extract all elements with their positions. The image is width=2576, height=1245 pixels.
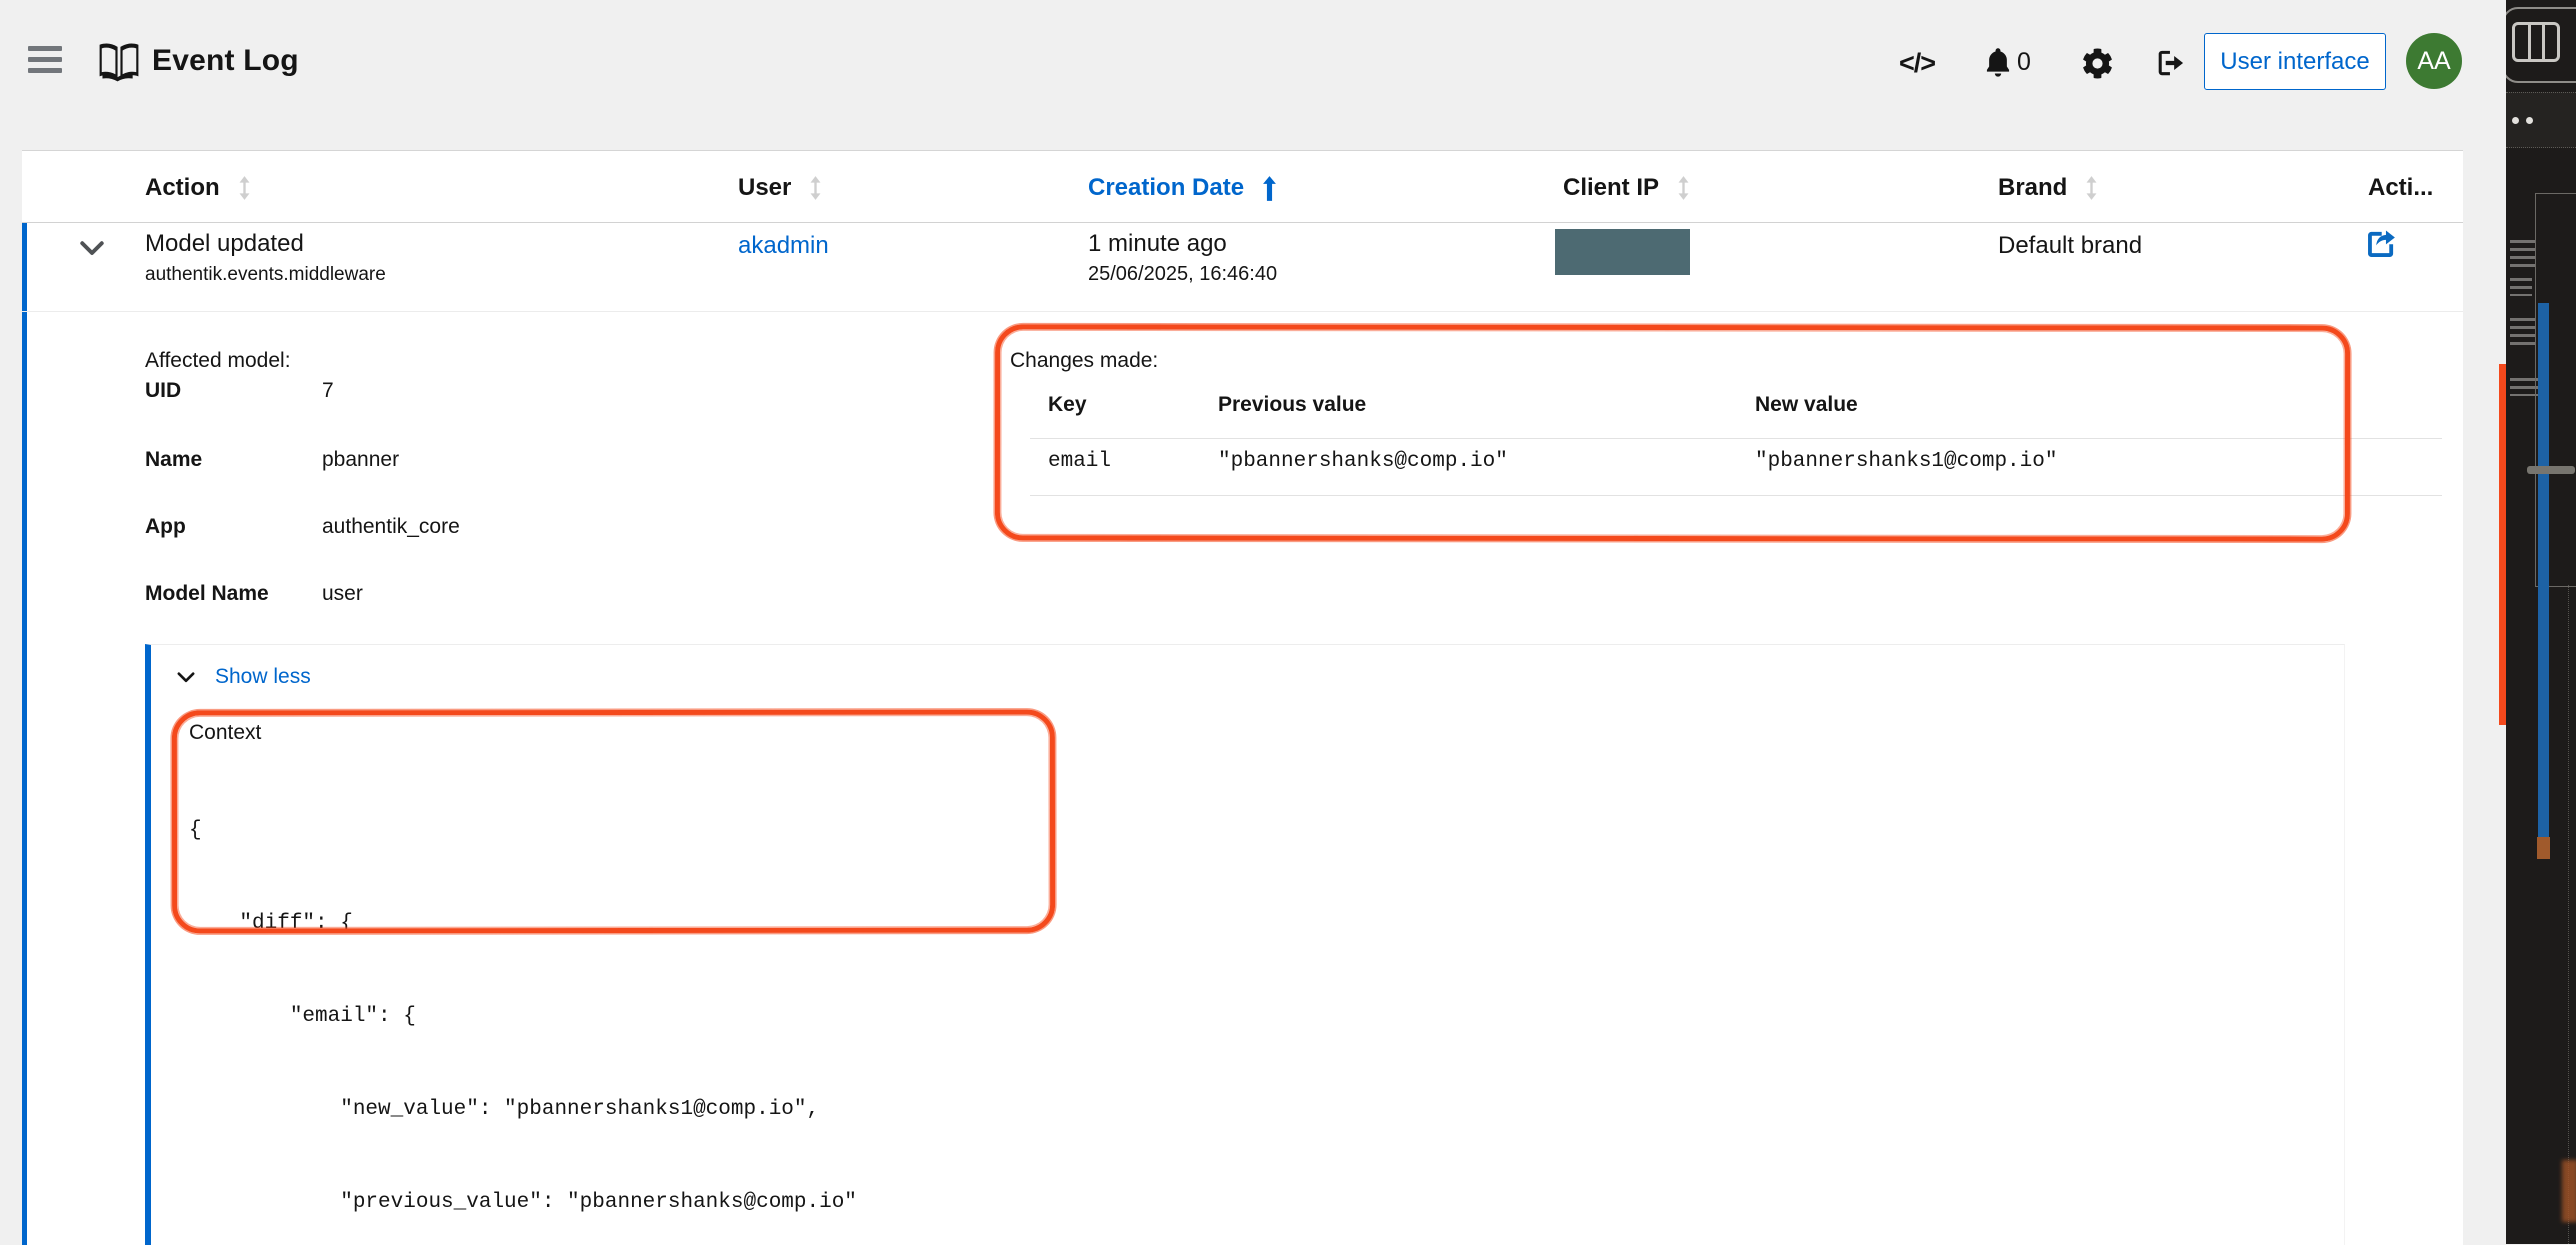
masthead: Event Log </> 0 User interface AA xyxy=(0,0,2505,150)
sort-icon xyxy=(809,176,822,200)
row-time-absolute: 25/06/2025, 16:46:40 xyxy=(1088,263,1277,286)
page-title: Event Log xyxy=(152,44,299,78)
row-client-ip-redacted xyxy=(1555,229,1690,275)
settings-gear-icon[interactable] xyxy=(2080,46,2114,80)
orange-texture-smudge xyxy=(2562,1160,2576,1222)
row-user-link[interactable]: akadmin xyxy=(738,232,829,260)
name-value: pbanner xyxy=(322,448,399,472)
sort-ascending-icon xyxy=(1262,176,1277,201)
app-root: Event Log </> 0 User interface AA Action xyxy=(0,0,2576,1244)
row-expand-toggle[interactable] xyxy=(80,241,110,269)
code-line: "new_value": "pbannershanks1@comp.io", xyxy=(189,1094,857,1125)
side-app-subpanel xyxy=(2506,92,2576,148)
event-context-panel: Show less Context { "diff": { "email": {… xyxy=(145,644,2345,1245)
event-table: Action User Creation Date Client IP Bran… xyxy=(22,150,2463,1245)
row-divider xyxy=(22,311,2463,312)
timeline-slider-handle[interactable] xyxy=(2527,466,2575,474)
header-divider xyxy=(22,222,2463,223)
column-header-user[interactable]: User xyxy=(738,174,822,202)
changes-made-title: Changes made: xyxy=(1010,349,1158,373)
changes-row-previous: "pbannershanks@comp.io" xyxy=(1218,450,1508,473)
event-log-book-icon xyxy=(96,42,142,82)
changes-header-divider xyxy=(1030,438,2442,439)
tiny-text-smudge xyxy=(2510,378,2538,396)
sort-icon xyxy=(2085,176,2098,200)
api-browser-icon[interactable]: </> xyxy=(1900,46,1934,80)
side-app-strip xyxy=(2506,0,2576,1244)
app-label: App xyxy=(145,515,186,539)
app-value: authentik_core xyxy=(322,515,460,539)
column-header-actions: Acti... xyxy=(2368,174,2433,202)
model-name-value: user xyxy=(322,582,363,606)
context-json-code: { "diff": { "email": { "new_value": "pba… xyxy=(189,753,857,1245)
sidebar-toggle-hamburger-icon[interactable] xyxy=(28,46,64,76)
column-header-creation-date[interactable]: Creation Date xyxy=(1088,174,1277,202)
code-line: { xyxy=(189,815,857,846)
sign-out-icon[interactable] xyxy=(2152,46,2186,80)
user-interface-button[interactable]: User interface xyxy=(2204,33,2386,90)
row-action-app: authentik.events.middleware xyxy=(145,264,386,286)
column-header-action[interactable]: Action xyxy=(145,174,251,202)
timeline-brown-marker xyxy=(2537,837,2550,859)
code-line: "previous_value": "pbannershanks@comp.io… xyxy=(189,1187,857,1218)
show-less-link[interactable]: Show less xyxy=(177,665,311,689)
uid-value: 7 xyxy=(322,379,334,403)
expanded-row-accent-border xyxy=(22,223,27,1245)
changes-row-key: email xyxy=(1048,450,1111,473)
notification-count: 0 xyxy=(2017,48,2031,77)
sort-icon xyxy=(1677,176,1690,200)
row-time-relative: 1 minute ago xyxy=(1088,230,1227,258)
window-panes-icon xyxy=(2512,22,2560,62)
affected-model-label: Affected model: xyxy=(145,349,291,373)
model-name-label: Model Name xyxy=(145,582,269,606)
dotted-guide-line xyxy=(2568,585,2569,1244)
row-brand: Default brand xyxy=(1998,232,2142,260)
context-label: Context xyxy=(189,721,261,745)
changes-col-new: New value xyxy=(1755,393,1858,417)
column-header-client-ip[interactable]: Client IP xyxy=(1563,174,1690,202)
name-label: Name xyxy=(145,448,202,472)
timeline-blue-bar xyxy=(2538,303,2549,837)
sort-icon xyxy=(238,176,251,200)
tiny-text-smudge xyxy=(2510,240,2536,268)
notifications-bell-icon[interactable] xyxy=(1981,46,2015,80)
dot-icon xyxy=(2526,117,2533,124)
chevron-down-icon xyxy=(177,672,195,683)
code-line: "diff": { xyxy=(189,908,857,939)
code-line: "email": { xyxy=(189,1001,857,1032)
uid-label: UID xyxy=(145,379,181,403)
open-event-share-icon[interactable] xyxy=(2364,227,2398,261)
dot-icon xyxy=(2512,117,2519,124)
changes-col-previous: Previous value xyxy=(1218,393,1366,417)
changes-col-key: Key xyxy=(1048,393,1087,417)
changes-row-new: "pbannershanks1@comp.io" xyxy=(1755,450,2057,473)
avatar[interactable]: AA xyxy=(2406,33,2462,89)
annotation-color-bar xyxy=(2499,364,2506,725)
column-header-brand[interactable]: Brand xyxy=(1998,174,2098,202)
tiny-text-smudge xyxy=(2510,318,2536,348)
changes-row-divider xyxy=(1030,495,2442,496)
row-action: Model updated xyxy=(145,230,304,258)
tiny-text-smudge xyxy=(2510,278,2532,296)
